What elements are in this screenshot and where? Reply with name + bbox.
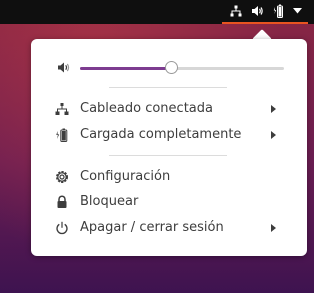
volume-icon (252, 6, 263, 16)
volume-icon (58, 62, 70, 73)
menu-item-label: Cableado conectada (80, 101, 213, 116)
volume-row (31, 56, 307, 80)
system-menu: Cableado conectada Cargada completamente… (31, 39, 307, 256)
menu-item-label: Configuración (80, 169, 171, 184)
separator (109, 155, 227, 156)
system-indicators[interactable] (222, 0, 308, 24)
menu-item-label: Apagar / cerrar sesión (80, 220, 224, 235)
separator (109, 87, 227, 88)
battery-charging-icon (56, 128, 68, 142)
menu-item-settings[interactable]: Configuración (31, 165, 307, 189)
submenu-arrow-icon (271, 131, 276, 139)
volume-slider-fill (80, 67, 172, 70)
power-icon (56, 221, 68, 235)
battery-icon (273, 4, 283, 18)
desktop: Cableado conectada Cargada completamente… (0, 0, 314, 293)
lock-icon (57, 195, 67, 208)
menu-item-battery[interactable]: Cargada completamente (31, 123, 307, 147)
menu-item-lock[interactable]: Bloquear (31, 190, 307, 214)
menu-item-label: Bloquear (80, 194, 139, 209)
menu-item-label: Cargada completamente (80, 127, 242, 142)
submenu-arrow-icon (271, 105, 276, 113)
settings-gear-icon (56, 171, 68, 183)
volume-slider[interactable] (80, 61, 284, 74)
dropdown-arrow-icon (293, 8, 302, 14)
menu-item-power[interactable]: Apagar / cerrar sesión (31, 216, 307, 240)
submenu-arrow-icon (271, 224, 276, 232)
menu-item-wired-network[interactable]: Cableado conectada (31, 97, 307, 121)
network-wired-icon (230, 5, 242, 17)
volume-slider-handle[interactable] (165, 61, 178, 74)
top-panel (0, 0, 314, 24)
network-wired-icon (55, 103, 69, 115)
